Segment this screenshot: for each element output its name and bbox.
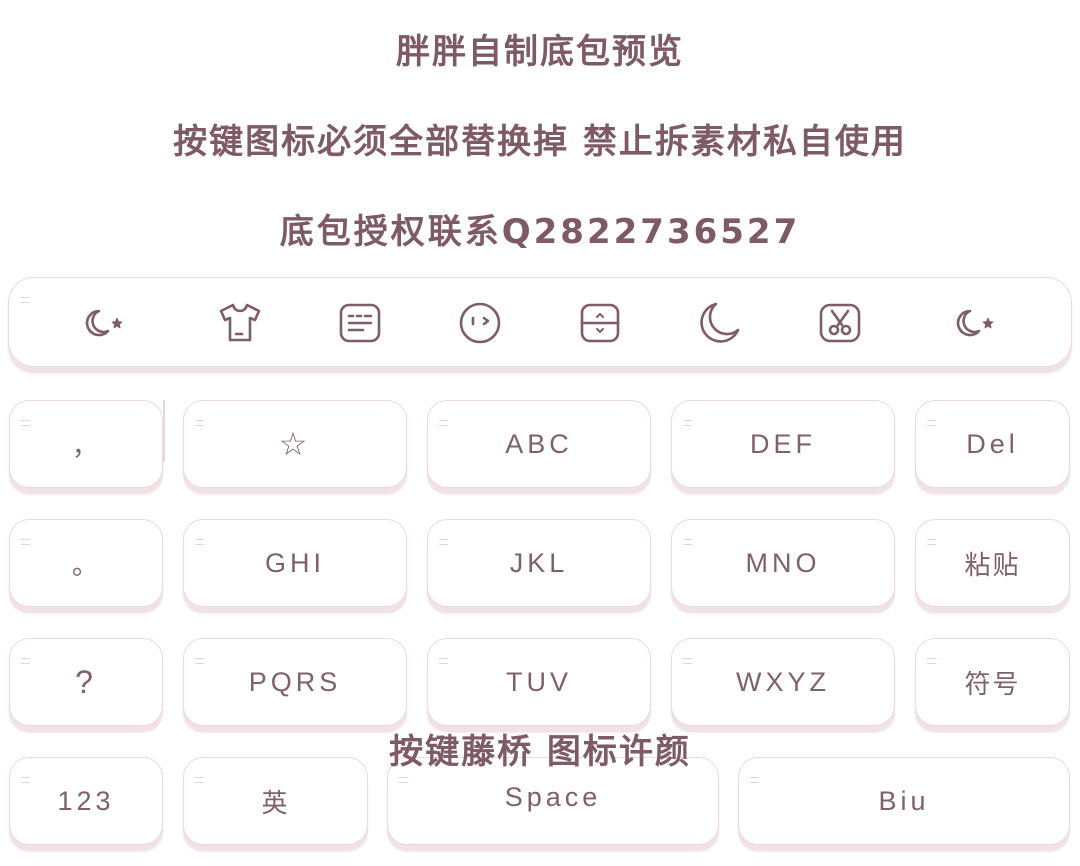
key-paste[interactable]: 粘贴 [915,519,1070,607]
key-label: Biu [878,785,930,816]
clipboard-icon[interactable] [575,300,625,346]
key-label: 符号 [964,669,1021,700]
key-label: 粘贴 [964,550,1021,581]
key-label: 英 [261,788,290,819]
key-label: ， [71,431,100,462]
emoji-face-icon[interactable] [455,300,505,346]
grip-icon [927,539,936,545]
key-wxyz[interactable]: WXYZ [671,638,895,726]
grip-icon [399,777,408,783]
key-delete[interactable]: Del [915,400,1070,488]
key-label: Space [504,782,602,812]
scissors-icon[interactable] [815,300,865,346]
page-title: 胖胖自制底包预览 [396,32,684,72]
key-label: TUV [506,666,572,697]
keyboard-toolbar [8,277,1072,367]
grip-icon [21,777,30,783]
moon-star-icon[interactable] [79,300,129,346]
grip-icon [195,420,204,426]
key-question[interactable]: ? [9,638,163,726]
key-def[interactable]: DEF [671,400,895,488]
key-period[interactable]: 。 [9,519,163,607]
key-tuv[interactable]: TUV [427,638,651,726]
grip-icon [683,539,692,545]
notice-text: 按键图标必须全部替换掉 禁止拆素材私自使用 [173,122,907,162]
key-jkl[interactable]: JKL [427,519,651,607]
credit-text: 按键藤桥 图标许颜 [389,732,691,772]
key-label: DEF [750,428,816,459]
moon-icon[interactable] [694,300,744,346]
grip-icon [195,658,204,664]
key-star[interactable]: ☆ [183,400,407,488]
key-label: ABC [505,428,573,459]
scroll-divider [163,400,165,462]
key-abc[interactable]: ABC [427,400,651,488]
moon-star-icon[interactable] [950,300,1000,346]
key-label: PQRS [248,666,342,697]
key-label: MNO [745,547,821,578]
grip-icon [439,539,448,545]
key-comma[interactable]: ， [9,400,163,488]
grip-icon [21,420,30,426]
key-label: 123 [57,785,115,816]
contact-text: 底包授权联系Q2822736527 [279,212,801,252]
grip-icon [195,777,204,783]
grip-icon [683,658,692,664]
key-symbols[interactable]: 符号 [915,638,1070,726]
key-label: Del [966,428,1019,459]
grip-icon [20,297,29,303]
key-label: ☆ [278,426,312,462]
grip-icon [927,658,936,664]
key-label: JKL [509,547,569,578]
key-label: WXYZ [736,666,830,697]
key-label: ? [75,663,97,700]
grip-icon [927,420,936,426]
key-ghi[interactable]: GHI [183,519,407,607]
key-pqrs[interactable]: PQRS [183,638,407,726]
key-label: GHI [264,547,325,578]
grip-icon [195,539,204,545]
grip-icon [21,658,30,664]
grip-icon [439,658,448,664]
key-mno[interactable]: MNO [671,519,895,607]
keyboard-icon[interactable] [335,300,385,346]
shirt-icon[interactable] [215,300,265,346]
key-label: 。 [71,550,100,581]
grip-icon [439,420,448,426]
grip-icon [750,777,759,783]
grip-icon [21,539,30,545]
grip-icon [683,420,692,426]
